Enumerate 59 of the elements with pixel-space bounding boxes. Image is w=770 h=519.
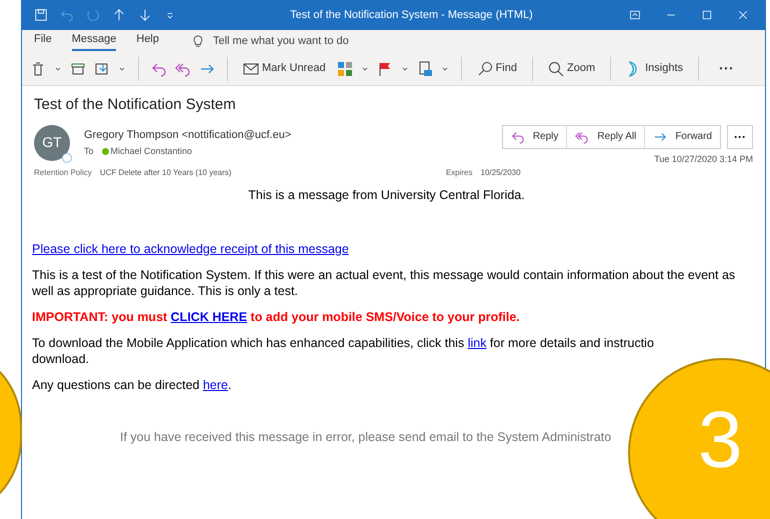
important-notice: IMPORTANT: you must CLICK HERE to add your mobile SMS/Voice to your profile. <box>32 309 521 325</box>
mark-unread-button[interactable]: Mark Unread <box>240 60 329 77</box>
close-icon[interactable] <box>737 9 749 21</box>
status-available-icon <box>102 148 109 156</box>
message-text: This is a message from University Central Florida. <box>247 187 526 203</box>
trash-icon[interactable] <box>30 60 46 76</box>
retention-label: Retention Policy <box>34 167 92 179</box>
message-subject: Test of the Notification System <box>34 95 237 115</box>
find-button[interactable]: Find <box>474 60 520 77</box>
save-icon[interactable] <box>34 8 48 22</box>
menu-tab[interactable]: Message <box>72 31 116 51</box>
zoom-button[interactable]: Zoom <box>544 60 598 77</box>
reply-arrow-icon[interactable] <box>151 60 167 76</box>
link[interactable]: Please click here to acknowledge receipt of this message <box>32 242 349 256</box>
up-arrow-icon[interactable] <box>112 8 126 22</box>
color-squares-icon[interactable] <box>336 60 353 76</box>
retention-policy: UCF Delete after 10 Years (10 years) <box>100 167 232 179</box>
menu-tab[interactable]: Help <box>136 31 159 51</box>
search-icon <box>476 60 493 76</box>
recipient-name: Michael Constantino <box>110 145 192 158</box>
message-text: This is a test of the Notification System. If this were an actual event, this message would contain information about the event as well as appropriate guidance. This is only a test. <box>32 267 736 299</box>
reply-all-arrow-icon[interactable] <box>175 60 191 76</box>
dropdown-caret-icon[interactable] <box>118 64 126 72</box>
reply-arrow-icon <box>510 130 525 144</box>
window-title: Test of the Notification System - Message (HTML) <box>290 8 533 23</box>
presence-icon <box>62 152 72 162</box>
sender-avatar: GT <box>34 124 70 160</box>
reply-all-arrow-icon <box>575 130 590 144</box>
more-options-button[interactable]: ··· <box>711 58 742 79</box>
dropdown-caret-icon[interactable] <box>54 64 62 72</box>
archive-box-icon[interactable] <box>70 60 86 76</box>
replyall-button[interactable]: Reply All <box>567 126 646 148</box>
link[interactable]: link <box>468 336 486 350</box>
tell-me-field[interactable]: Tell me what you want to do <box>191 32 349 50</box>
menu-tab[interactable]: File <box>34 31 52 51</box>
to-label: To <box>84 145 94 158</box>
reply-button[interactable]: Reply <box>502 126 568 148</box>
ribbon-display-icon[interactable] <box>629 9 641 21</box>
envelope-icon <box>243 60 259 76</box>
rules-icon[interactable] <box>416 60 433 76</box>
message-date: Tue 10/27/2020 3:14 PM <box>654 152 753 166</box>
maximize-icon[interactable] <box>701 9 713 21</box>
flag-icon[interactable] <box>376 60 393 76</box>
zoom-icon <box>548 60 564 76</box>
insights-button[interactable]: Insights <box>623 60 686 77</box>
link[interactable]: CLICK HERE <box>170 310 248 324</box>
dropdown-caret-icon[interactable] <box>400 64 409 72</box>
sender-name: Gregory Thompson <nottification@ucf.eu> <box>84 128 292 142</box>
expires-label: Expires <box>446 167 472 179</box>
lightbulb-icon[interactable] <box>191 34 205 48</box>
dropdown-caret-icon[interactable] <box>440 64 449 72</box>
down-arrow-icon[interactable] <box>138 8 152 22</box>
footer-text: If you have received this message in error, please send email to the System Administrato <box>119 429 612 445</box>
more-actions-button[interactable]: ··· <box>727 124 753 148</box>
dropdown-caret-icon[interactable] <box>360 64 369 72</box>
expires-date: 10/25/2030 <box>480 167 521 179</box>
link[interactable]: here <box>202 378 228 392</box>
move-folder-icon[interactable] <box>94 60 110 76</box>
forward-button[interactable]: Forward <box>645 126 720 148</box>
